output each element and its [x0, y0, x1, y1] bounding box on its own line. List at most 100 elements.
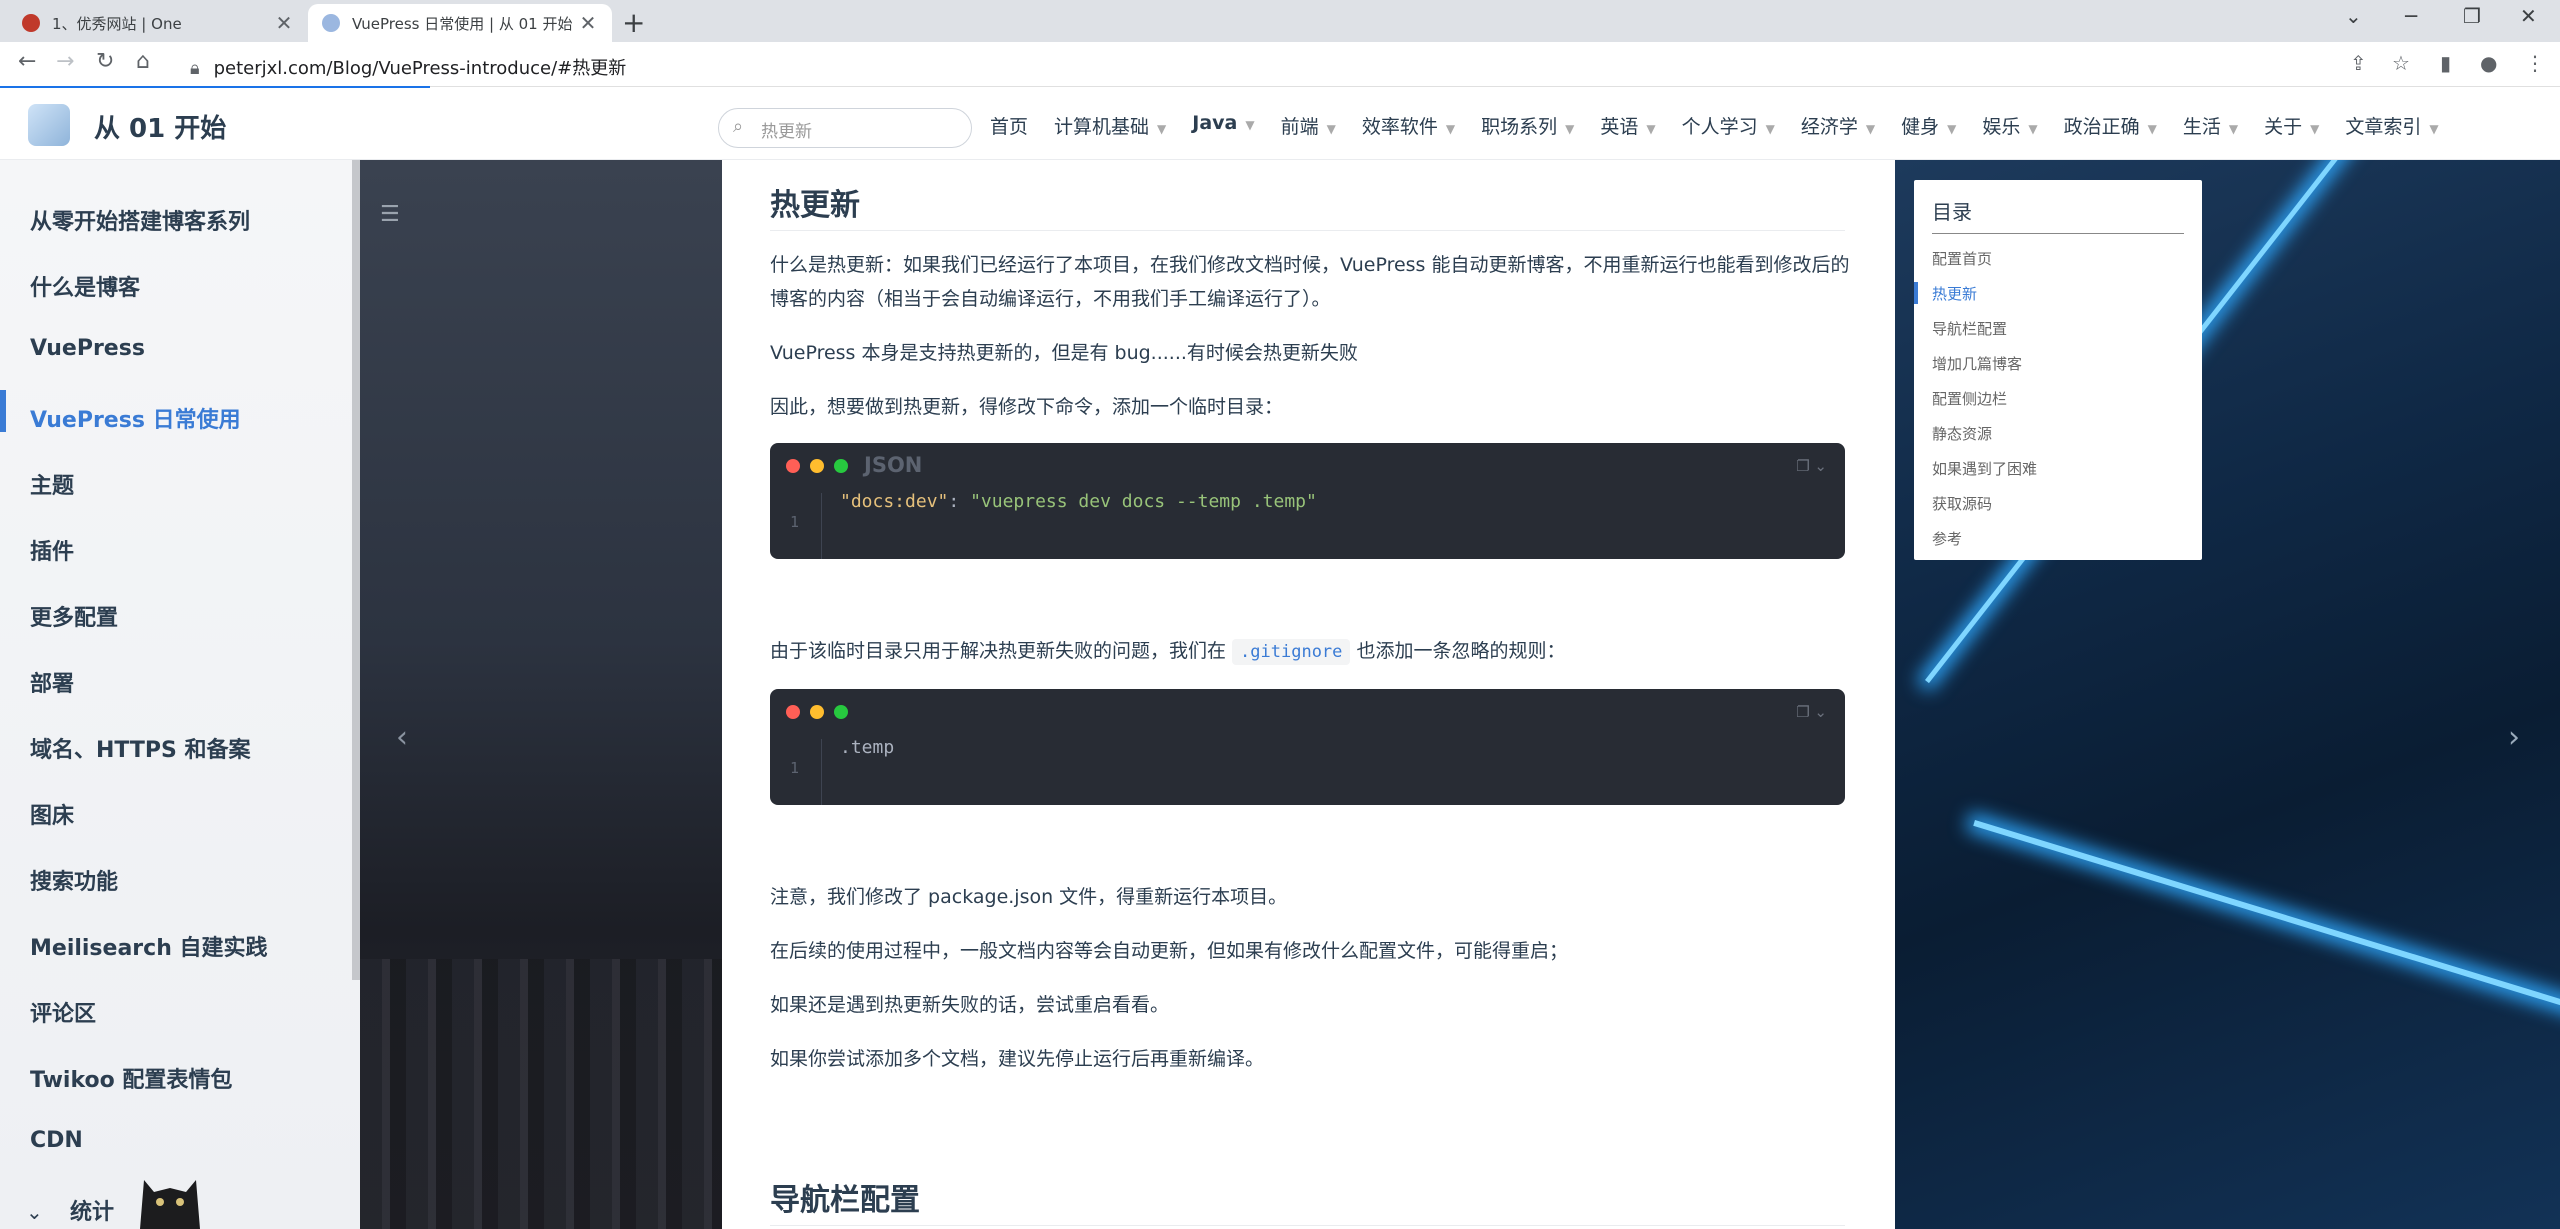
toc-item[interactable]: 获取源码: [1932, 487, 2184, 522]
new-tab-icon[interactable]: +: [622, 6, 645, 39]
side-panel-icon[interactable]: ▮: [2440, 51, 2451, 75]
search-input[interactable]: ⌕ 热更新: [718, 108, 972, 148]
yellow-dot: [810, 459, 824, 473]
sidebar-item[interactable]: 评论区: [30, 996, 96, 1028]
sidebar-item[interactable]: 插件: [30, 534, 74, 566]
red-dot: [786, 705, 800, 719]
sidebar-collapse-icon[interactable]: ⌄: [26, 1200, 43, 1224]
address-bar-row: ← → ↻ ⌂ 🔒︎ peterjxl.com/Blog/VuePress-int…: [0, 42, 2560, 87]
tab-title: 1、优秀网站 | One: [52, 14, 182, 33]
toc-item[interactable]: 增加几篇博客: [1932, 347, 2184, 382]
restore-icon[interactable]: ❐: [2463, 4, 2481, 28]
nav-link[interactable]: 英语 ▼: [1600, 112, 1655, 139]
close-window-icon[interactable]: ✕: [2520, 4, 2537, 28]
city-skyline: [360, 959, 722, 1229]
toc-item[interactable]: 导航栏配置: [1932, 312, 2184, 347]
light-beam: [1973, 820, 2560, 1089]
home-icon[interactable]: ⌂: [136, 49, 150, 74]
lock-icon: 🔒︎: [190, 58, 200, 79]
tab-close-icon[interactable]: ✕: [274, 11, 294, 35]
tab-close-icon[interactable]: ✕: [578, 11, 598, 35]
nav-link[interactable]: 前端 ▼: [1281, 112, 1336, 139]
red-dot: [786, 459, 800, 473]
nav-link[interactable]: 健身 ▼: [1901, 112, 1956, 139]
sidebar-item[interactable]: 图床: [30, 798, 74, 830]
sidebar-item[interactable]: 从零开始搭建博客系列: [30, 204, 250, 236]
toc-item[interactable]: 如果遇到了困难: [1932, 452, 2184, 487]
profile-avatar-icon[interactable]: ●: [2480, 51, 2497, 75]
sidebar-item[interactable]: 主题: [30, 468, 74, 500]
tab-title: VuePress 日常使用 | 从 01 开始: [352, 14, 573, 33]
site-logo[interactable]: [28, 104, 70, 146]
hamburger-menu-icon[interactable]: ☰: [380, 202, 400, 227]
nav-link[interactable]: 效率软件 ▼: [1362, 112, 1455, 139]
nav-link-label: 首页: [990, 116, 1029, 138]
browser-tab-active[interactable]: VuePress 日常使用 | 从 01 开始 ✕: [308, 4, 612, 42]
toc-item[interactable]: 静态资源: [1932, 417, 2184, 452]
toc-active-indicator: [1914, 282, 1918, 304]
sidebar-item[interactable]: VuePress: [30, 336, 145, 361]
reload-icon[interactable]: ↻: [96, 49, 114, 74]
chevron-right-icon[interactable]: ›: [2508, 720, 2520, 755]
dropdown-caret-icon: ▼: [2028, 122, 2038, 136]
menu-kebab-icon[interactable]: ⋮: [2525, 51, 2545, 75]
nav-link[interactable]: 政治正确 ▼: [2064, 112, 2157, 139]
sidebar-item[interactable]: 更多配置: [30, 600, 118, 632]
code-string: "vuepress dev docs --temp .temp": [970, 491, 1317, 512]
back-icon[interactable]: ←: [18, 49, 36, 74]
dropdown-caret-icon: ▼: [1765, 122, 1775, 136]
nav-link[interactable]: 生活 ▼: [2183, 112, 2238, 139]
nav-link[interactable]: 经济学 ▼: [1801, 112, 1875, 139]
sidebar-item[interactable]: CDN: [30, 1128, 83, 1153]
copy-code-icon[interactable]: ❐ ⌄: [1796, 457, 1827, 475]
paragraph: VuePress 本身是支持热更新的，但是有 bug......有时候会热更新失…: [770, 342, 1358, 364]
tab-search-icon[interactable]: ⌄: [2345, 4, 2362, 28]
sidebar-item[interactable]: 什么是博客: [30, 270, 140, 302]
toc-item[interactable]: 配置首页: [1932, 242, 2184, 277]
nav-link[interactable]: 文章索引 ▼: [2345, 112, 2438, 139]
dropdown-caret-icon: ▼: [2147, 122, 2157, 136]
sidebar-item[interactable]: 部署: [30, 666, 74, 698]
sidebar-item[interactable]: 域名、HTTPS 和备案: [30, 732, 251, 764]
code-line: "docs:dev": "vuepress dev docs --temp .t…: [840, 491, 1317, 512]
nav-link-label: 生活: [2182, 116, 2221, 138]
nav-link[interactable]: Java ▼: [1192, 112, 1254, 139]
sidebar-scrollbar[interactable]: [352, 160, 360, 980]
share-icon[interactable]: ⇪: [2350, 51, 2367, 75]
nav-link[interactable]: 首页: [990, 112, 1028, 139]
nav-link-label: 关于: [2264, 116, 2303, 138]
copy-code-icon[interactable]: ❐ ⌄: [1796, 703, 1827, 721]
nav-link[interactable]: 职场系列 ▼: [1481, 112, 1574, 139]
sidebar-item[interactable]: 搜索功能: [30, 864, 118, 896]
toc-item[interactable]: 热更新: [1932, 277, 2184, 312]
forward-icon[interactable]: →: [56, 49, 74, 74]
code-key: "docs:dev": [840, 491, 949, 512]
yellow-dot: [810, 705, 824, 719]
paragraph-text: 由于该临时目录只用于解决热更新失败的问题，我们在: [770, 640, 1233, 662]
browser-tab[interactable]: 1、优秀网站 | One ✕: [8, 4, 308, 42]
url-field[interactable]: 🔒︎ peterjxl.com/Blog/VuePress-introduce/#…: [190, 54, 626, 80]
sidebar-item[interactable]: Meilisearch 自建实践: [30, 930, 268, 962]
paragraph: 什么是热更新：如果我们已经运行了本项目，在我们修改文档时候，VuePress 能…: [770, 254, 1850, 310]
sidebar-item[interactable]: VuePress 日常使用: [30, 402, 241, 434]
toc-item[interactable]: 参考: [1932, 522, 2184, 557]
sidebar-item[interactable]: 统计: [70, 1194, 114, 1226]
paragraph: 因此，想要做到热更新，得修改下命令，添加一个临时目录：: [770, 396, 1284, 418]
chevron-left-icon[interactable]: ‹: [396, 720, 408, 755]
code-language-label: JSON: [864, 453, 923, 477]
sidebar: 从零开始搭建博客系列 什么是博客 VuePress VuePress 日常使用 主题插件…: [0, 160, 360, 1229]
code-block: ❐ ⌄ 1 .temp: [770, 689, 1845, 805]
nav-link-label: 计算机基础: [1054, 116, 1150, 138]
nav-link[interactable]: 关于 ▼: [2264, 112, 2319, 139]
nav-link[interactable]: 个人学习 ▼: [1682, 112, 1775, 139]
toc-item[interactable]: 配置侧边栏: [1932, 382, 2184, 417]
nav-link[interactable]: 计算机基础 ▼: [1054, 112, 1166, 139]
site-title[interactable]: 从 01 开始: [94, 108, 226, 145]
sidebar-item[interactable]: Twikoo 配置表情包: [30, 1062, 232, 1094]
nav-link[interactable]: 娱乐 ▼: [1982, 112, 2037, 139]
bookmark-star-icon[interactable]: ☆: [2392, 51, 2410, 75]
dropdown-caret-icon: ▼: [2228, 122, 2239, 136]
dropdown-caret-icon: ▼: [2310, 122, 2320, 136]
minimize-icon[interactable]: ─: [2405, 4, 2417, 28]
nav-link-label: 经济学: [1800, 116, 1858, 138]
